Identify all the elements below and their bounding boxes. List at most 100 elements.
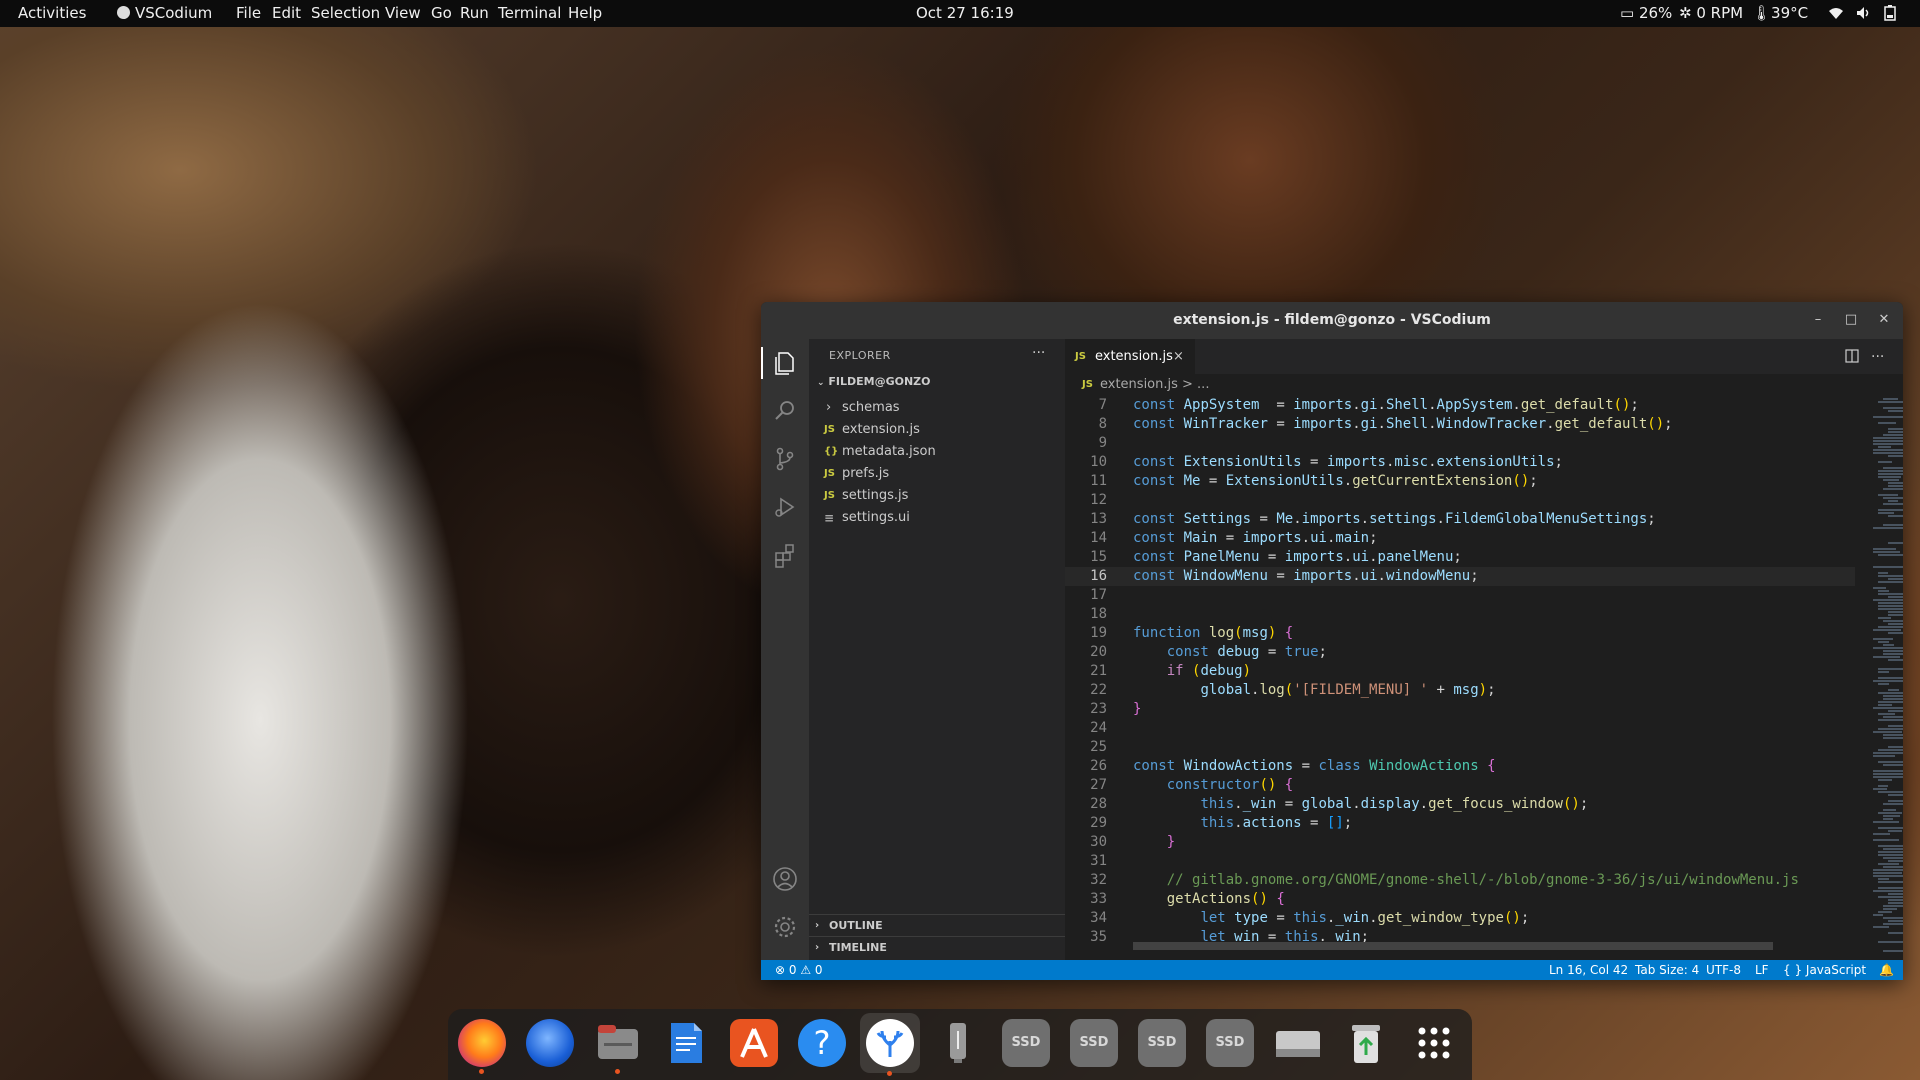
- code-line[interactable]: 27 constructor() {: [1065, 776, 1855, 795]
- code-line[interactable]: 23}: [1065, 700, 1855, 719]
- minimize-button[interactable]: –: [1809, 311, 1827, 329]
- code-editor[interactable]: 7 const AppSystem = imports.gi.Shell.AppS…: [1065, 396, 1903, 960]
- menu-run[interactable]: Run: [460, 0, 489, 27]
- tab-extension-js[interactable]: JS extension.js ×: [1065, 339, 1195, 374]
- clock[interactable]: Oct 27 16:19: [916, 0, 1014, 27]
- minimap[interactable]: [1869, 396, 1903, 960]
- tree-item-schemas[interactable]: › schemas: [809, 397, 1065, 419]
- help-icon[interactable]: ?: [798, 1019, 846, 1067]
- activities-button[interactable]: Activities: [18, 0, 86, 27]
- notifications-bell-icon[interactable]: 🔔: [1879, 960, 1894, 980]
- vscodium-small-icon: [117, 6, 130, 19]
- code-line[interactable]: 26 const WindowActions = class WindowActi…: [1065, 757, 1855, 776]
- minimap-line: [1883, 620, 1903, 622]
- menu-file[interactable]: File: [236, 0, 261, 27]
- code-line[interactable]: 21 if (debug): [1065, 662, 1855, 681]
- trash-icon[interactable]: [1342, 1019, 1390, 1067]
- close-window-button[interactable]: ✕: [1875, 311, 1893, 329]
- code-line[interactable]: 8 const WinTracker = imports.gi.Shell.Win…: [1065, 415, 1855, 434]
- tree-item-extension-js[interactable]: JS extension.js: [809, 419, 1065, 441]
- thunderbird-icon[interactable]: [526, 1019, 574, 1067]
- maximize-button[interactable]: □: [1842, 311, 1860, 329]
- code-line[interactable]: 7 const AppSystem = imports.gi.Shell.AppS…: [1065, 396, 1855, 415]
- breadcrumb[interactable]: JS extension.js > ...: [1065, 374, 1903, 396]
- code-line[interactable]: 13 const Settings = Me.imports.settings.F…: [1065, 510, 1855, 529]
- writer-icon[interactable]: [662, 1019, 710, 1067]
- explorer-more-icon[interactable]: ···: [1032, 345, 1045, 361]
- ssd-drive-icon[interactable]: SSD: [1138, 1019, 1186, 1067]
- menu-edit[interactable]: Edit: [272, 0, 301, 27]
- app-menu[interactable]: VSCodium: [117, 0, 212, 27]
- cursor-position[interactable]: Ln 16, Col 42: [1549, 960, 1628, 980]
- battery-indicator[interactable]: ▭ 26%: [1620, 0, 1672, 27]
- fan-indicator[interactable]: ✲ 0 RPM: [1679, 0, 1743, 27]
- code-line[interactable]: 20 const debug = true;: [1065, 643, 1855, 662]
- app-grid-icon[interactable]: [1410, 1019, 1458, 1067]
- temperature-indicator[interactable]: 🌡39°C: [1752, 0, 1808, 27]
- run-debug-icon[interactable]: [769, 491, 801, 523]
- firefox-icon[interactable]: [458, 1019, 506, 1074]
- ssd-drive-icon[interactable]: SSD: [1206, 1019, 1254, 1067]
- code-line[interactable]: 28 this._win = global.display.get_focus_…: [1065, 795, 1855, 814]
- language-mode[interactable]: { } JavaScript: [1783, 960, 1866, 980]
- code-line[interactable]: 34 let type = this._win.get_window_type(…: [1065, 909, 1855, 928]
- close-tab-icon[interactable]: ×: [1173, 339, 1184, 374]
- volume-icon[interactable]: [1856, 0, 1872, 27]
- source-control-icon[interactable]: [769, 443, 801, 475]
- code-line[interactable]: 22 global.log('[FILDEM_MENU] ' + msg);: [1065, 681, 1855, 700]
- end-of-line[interactable]: LF: [1755, 960, 1769, 980]
- power-battery-icon[interactable]: [1884, 0, 1896, 27]
- split-editor-icon[interactable]: [1845, 349, 1859, 367]
- code-line[interactable]: 18: [1065, 605, 1855, 624]
- menu-view[interactable]: View: [385, 0, 421, 27]
- menu-go[interactable]: Go: [431, 0, 452, 27]
- code-line[interactable]: 32 // gitlab.gnome.org/GNOME/gnome-shell…: [1065, 871, 1855, 890]
- encoding[interactable]: UTF-8: [1706, 960, 1741, 980]
- explorer-icon[interactable]: [769, 347, 801, 379]
- code-line[interactable]: 9: [1065, 434, 1855, 453]
- menu-selection[interactable]: Selection: [311, 0, 380, 27]
- files-icon[interactable]: [594, 1019, 642, 1074]
- outline-section[interactable]: › OUTLINE: [809, 914, 1065, 937]
- hard-drive-icon[interactable]: [1274, 1019, 1322, 1067]
- code-line[interactable]: 30 }: [1065, 833, 1855, 852]
- software-center-icon[interactable]: [730, 1019, 778, 1067]
- tree-item-prefs-js[interactable]: JS prefs.js: [809, 463, 1065, 485]
- ssd-drive-icon[interactable]: SSD: [1002, 1019, 1050, 1067]
- code-line[interactable]: 16 const WindowMenu = imports.ui.windowMe…: [1065, 567, 1855, 586]
- code-line[interactable]: 17: [1065, 586, 1855, 605]
- timeline-section[interactable]: › TIMELINE: [809, 936, 1065, 959]
- code-line[interactable]: 33 getActions() {: [1065, 890, 1855, 909]
- workspace-folder[interactable]: ⌄ FILDEM@GONZO: [817, 375, 931, 388]
- account-icon[interactable]: [769, 863, 801, 895]
- vscodium-dock-item[interactable]: [860, 1013, 920, 1076]
- search-icon[interactable]: [769, 395, 801, 427]
- ui-file-icon: ≡: [824, 511, 835, 525]
- tree-item-metadata-json[interactable]: {} metadata.json: [809, 441, 1065, 463]
- code-line[interactable]: 31: [1065, 852, 1855, 871]
- code-line[interactable]: 11 const Me = ExtensionUtils.getCurrentEx…: [1065, 472, 1855, 491]
- tree-item-settings-js[interactable]: JS settings.js: [809, 485, 1065, 507]
- code-line[interactable]: 24: [1065, 719, 1855, 738]
- code-line[interactable]: 15 const PanelMenu = imports.ui.panelMenu…: [1065, 548, 1855, 567]
- wifi-icon[interactable]: [1828, 0, 1844, 27]
- settings-gear-icon[interactable]: [769, 911, 801, 943]
- code-line[interactable]: 29 this.actions = [];: [1065, 814, 1855, 833]
- code-line[interactable]: 12: [1065, 491, 1855, 510]
- menu-terminal[interactable]: Terminal: [498, 0, 561, 27]
- tab-size[interactable]: Tab Size: 4: [1635, 960, 1699, 980]
- title-bar[interactable]: extension.js - fildem@gonzo - VSCodium –…: [761, 302, 1903, 339]
- problems-indicator[interactable]: ⊗ 0 ⚠ 0: [775, 960, 823, 980]
- more-actions-icon[interactable]: ···: [1871, 349, 1884, 365]
- ssd-drive-icon[interactable]: SSD: [1070, 1019, 1118, 1067]
- code-line[interactable]: 10 const ExtensionUtils = imports.misc.ex…: [1065, 453, 1855, 472]
- tree-item-settings-ui[interactable]: ≡ settings.ui: [809, 507, 1065, 529]
- code-line[interactable]: 25: [1065, 738, 1855, 757]
- code-line[interactable]: 19 function log(msg) {: [1065, 624, 1855, 643]
- usb-drive-icon[interactable]: [934, 1019, 982, 1067]
- code-line[interactable]: 14 const Main = imports.ui.main;: [1065, 529, 1855, 548]
- menu-help[interactable]: Help: [568, 0, 602, 27]
- horizontal-scrollbar[interactable]: [1133, 942, 1773, 950]
- minimap-line: [1873, 869, 1903, 871]
- extensions-icon[interactable]: [769, 539, 801, 571]
